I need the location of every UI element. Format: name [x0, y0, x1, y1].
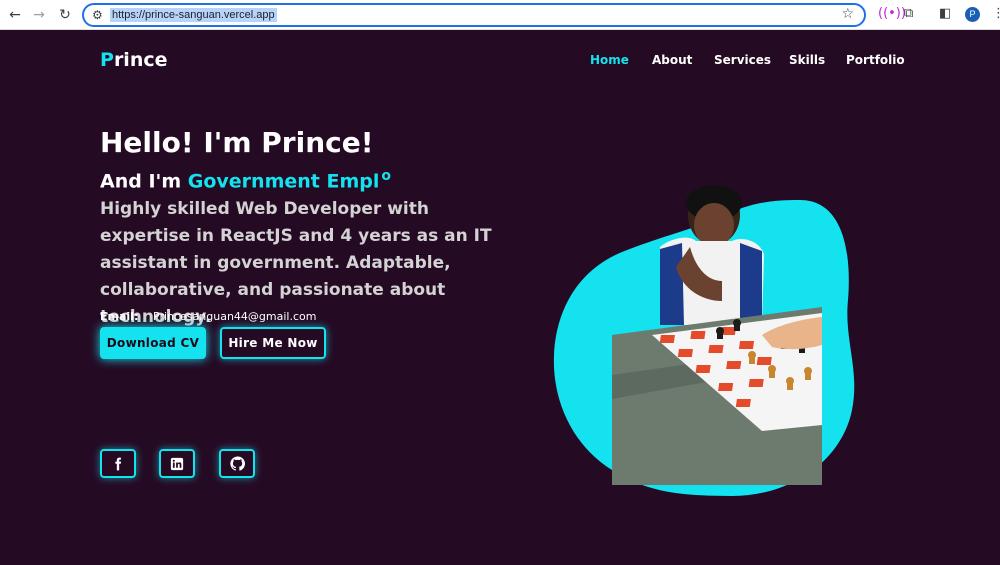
address-bar[interactable]: ⚙ https://prince-sanguan.vercel.app ☆ [82, 3, 866, 27]
typing-cursor: o [381, 168, 391, 184]
email-address[interactable]: Princesanguan44@gmail.com [153, 310, 316, 323]
bookmark-star-icon[interactable]: ☆ [841, 6, 854, 22]
browser-toolbar: ← → ↻ ⚙ https://prince-sanguan.vercel.ap… [0, 0, 1000, 30]
facebook-icon [115, 457, 122, 470]
cast-icon[interactable]: ((•)) [878, 6, 906, 21]
nav-home[interactable]: Home [590, 53, 629, 67]
site-logo[interactable]: Prince [100, 49, 168, 71]
nav-about[interactable]: About [652, 53, 692, 67]
menu-kebab-icon[interactable]: ⋮ [992, 6, 1000, 21]
nav-services[interactable]: Services [714, 53, 771, 67]
logo-rest: rince [113, 49, 168, 71]
github-icon [229, 456, 245, 471]
side-panel-icon[interactable]: ◧ [939, 6, 951, 21]
nav-portfolio[interactable]: Portfolio [846, 53, 905, 67]
site-info-icon[interactable]: ⚙ [92, 8, 103, 22]
facebook-link[interactable] [100, 449, 136, 478]
hero-role-line: And I'm Government Empl o [100, 168, 391, 192]
back-arrow-icon[interactable]: ← [6, 6, 24, 24]
linkedin-link[interactable] [159, 449, 195, 478]
reload-icon[interactable]: ↻ [56, 6, 74, 24]
typed-role: Government Empl [187, 170, 380, 193]
profile-avatar[interactable]: P [965, 7, 980, 22]
url-text: https://prince-sanguan.vercel.app [110, 8, 277, 22]
profile-photo [612, 185, 822, 485]
download-cv-button[interactable]: Download CV [100, 327, 206, 359]
extensions-icon[interactable]: ⧉ [904, 6, 913, 21]
hero-greeting: Hello! I'm Prince! [100, 126, 374, 159]
role-prefix: And I'm [100, 170, 188, 193]
logo-initial: P [100, 49, 114, 71]
forward-arrow-icon[interactable]: → [30, 6, 48, 24]
github-link[interactable] [219, 449, 255, 478]
nav-skills[interactable]: Skills [789, 53, 825, 67]
email-label: Email: [100, 310, 139, 323]
hire-me-button[interactable]: Hire Me Now [220, 327, 326, 359]
linkedin-icon [170, 457, 184, 470]
